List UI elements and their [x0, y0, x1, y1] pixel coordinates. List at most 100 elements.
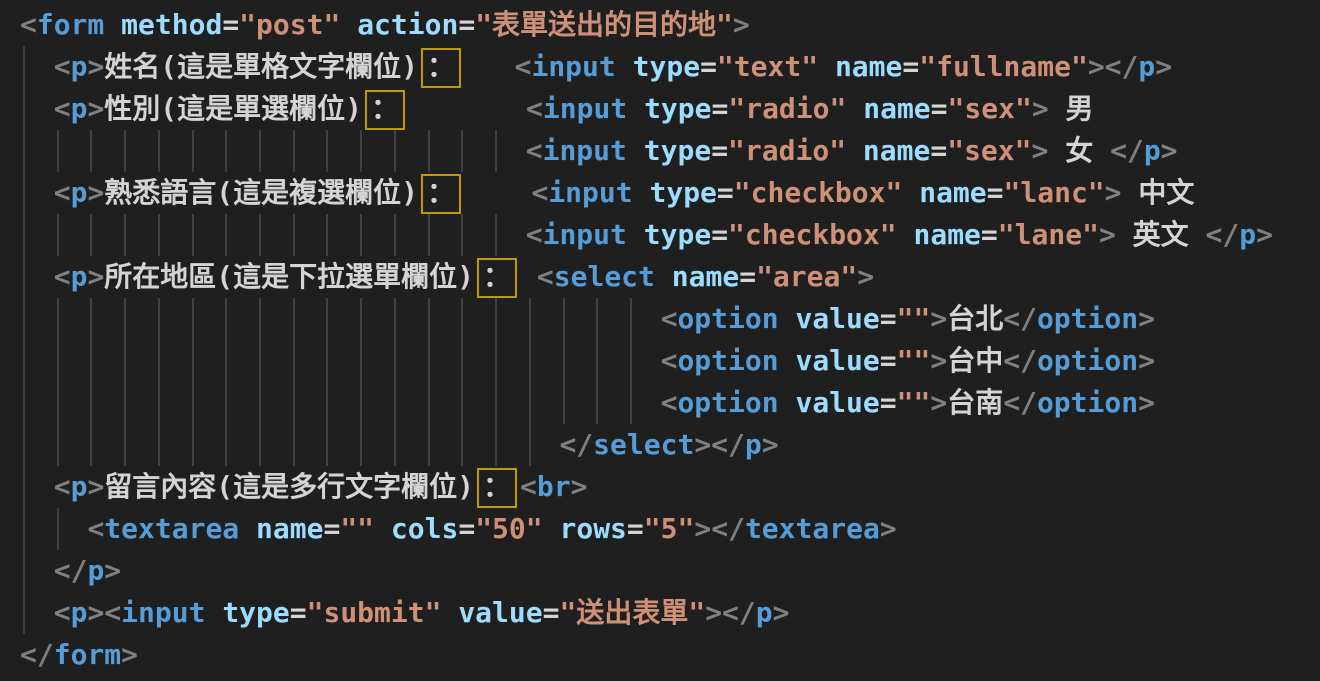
indent-guide	[90, 424, 92, 466]
code-line: <p>性別(這是單選欄位)： <input type="radio" name=…	[20, 88, 1320, 130]
code-token-p: >	[762, 428, 779, 461]
code-token-tag: form	[37, 8, 104, 41]
indent-guide	[495, 298, 497, 340]
code-token-t: 男	[1049, 92, 1094, 125]
indent-guide	[326, 340, 328, 382]
unicode-highlight-box: ：	[365, 90, 405, 130]
code-token-eq: =	[711, 218, 728, 251]
code-token-t	[627, 134, 644, 167]
code-line: <p>留言內容(這是多行文字欄位)：<br>	[20, 466, 1320, 508]
code-token-eq: =	[712, 92, 729, 125]
indent-guide	[192, 130, 194, 172]
code-token-t	[655, 260, 672, 293]
indent-guide	[563, 382, 565, 424]
code-token-attr: value	[795, 386, 879, 419]
code-token-p: >	[930, 386, 947, 419]
code-token-str: "sex"	[947, 134, 1031, 167]
code-token-eq: =	[987, 176, 1004, 209]
indent-guide	[461, 130, 463, 172]
code-token-t: 台中	[947, 344, 1003, 377]
indent-guide	[360, 382, 362, 424]
code-token-p: </	[1003, 386, 1037, 419]
indent-guide	[428, 382, 430, 424]
code-token-t	[627, 218, 644, 251]
code-token-t	[205, 596, 222, 629]
indent-guide	[394, 298, 396, 340]
code-token-p: <	[54, 176, 71, 209]
code-token-p: >	[121, 638, 138, 671]
indent-guide	[23, 466, 25, 508]
code-token-p: >	[87, 92, 104, 125]
code-token-eq: =	[880, 386, 897, 419]
unicode-highlight-box: ：	[477, 468, 517, 508]
code-token-p: >	[87, 176, 104, 209]
code-token-str: "lanc"	[1004, 176, 1105, 209]
code-token-t: 熟悉語言(這是複選欄位)	[104, 176, 418, 209]
code-token-str: "5"	[644, 512, 695, 545]
indent-guide	[225, 382, 227, 424]
indent-guide	[124, 130, 126, 172]
code-editor[interactable]: <form method="post" action="表單送出的目的地"> <…	[0, 0, 1320, 681]
code-token-p: <	[20, 8, 37, 41]
indent-guide	[495, 214, 497, 256]
code-token-str: "fullname"	[919, 50, 1088, 83]
indent-guide	[596, 298, 598, 340]
code-token-p: >	[773, 596, 790, 629]
code-token-p: ></	[694, 512, 745, 545]
code-token-t	[616, 50, 633, 83]
indent-guide	[23, 592, 25, 634]
indent-guide	[428, 214, 430, 256]
code-token-t: 女	[1048, 134, 1110, 167]
indent-guide	[124, 340, 126, 382]
indent-guide	[57, 298, 59, 340]
code-token-tag: option	[1037, 344, 1138, 377]
indent-guide	[461, 214, 463, 256]
code-token-eq: =	[543, 596, 560, 629]
code-token-tag: select	[554, 260, 655, 293]
code-token-p: </	[1003, 344, 1037, 377]
code-token-attr: type	[644, 92, 711, 125]
indent-guide	[158, 214, 160, 256]
indent-guide	[225, 130, 227, 172]
code-token-eq: =	[981, 218, 998, 251]
code-token-attr: rows	[559, 512, 626, 545]
indent-guide	[394, 130, 396, 172]
indent-whitespace	[20, 596, 54, 629]
code-line: <input type="radio" name="sex"> 女 </p>	[20, 130, 1320, 172]
code-token-p: <	[54, 50, 71, 83]
code-token-p: </	[1206, 218, 1240, 251]
code-line: <option value="">台北</option>	[20, 298, 1320, 340]
code-token-tag: p	[1239, 218, 1256, 251]
unicode-highlight-box: ：	[421, 174, 461, 214]
code-token-p: </	[54, 554, 88, 587]
indent-guide	[90, 382, 92, 424]
code-token-eq: =	[930, 134, 947, 167]
indent-guide	[158, 298, 160, 340]
code-token-p: >	[1138, 386, 1155, 419]
code-token-p: >	[1256, 218, 1273, 251]
code-token-t: 台南	[947, 386, 1003, 419]
indent-guide	[563, 298, 565, 340]
code-token-t: 姓名(這是單格文字欄位)	[104, 50, 418, 83]
code-token-attr: type	[633, 50, 700, 83]
code-line: </p>	[20, 550, 1320, 592]
code-token-str: "radio"	[728, 92, 846, 125]
code-token-eq: =	[717, 176, 734, 209]
indent-guide	[124, 214, 126, 256]
code-line: <option value="">台中</option>	[20, 340, 1320, 382]
code-token-attr: name	[863, 92, 930, 125]
code-token-p: >	[87, 50, 104, 83]
code-token-tag: input	[531, 50, 615, 83]
code-token-t: 留言內容(這是多行文字欄位)	[104, 470, 474, 503]
code-token-t	[239, 512, 256, 545]
code-token-p: >	[1138, 344, 1155, 377]
code-token-tag: p	[71, 50, 88, 83]
indent-guide	[259, 130, 261, 172]
indent-guide	[428, 298, 430, 340]
code-token-eq: =	[700, 50, 717, 83]
code-token-t	[543, 512, 560, 545]
code-token-str: "text"	[717, 50, 818, 83]
indent-guide	[90, 298, 92, 340]
code-token-p: >	[1032, 134, 1049, 167]
indent-guide	[23, 508, 25, 550]
